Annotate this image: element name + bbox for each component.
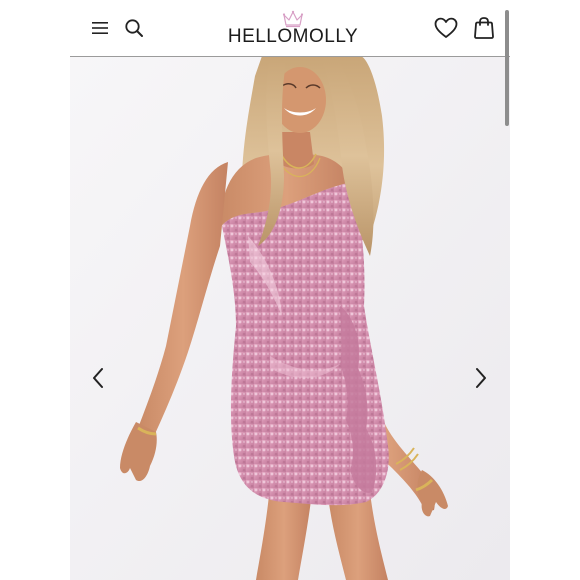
search-icon (125, 19, 143, 37)
wishlist-button[interactable] (432, 14, 460, 42)
search-button[interactable] (120, 14, 148, 42)
shopping-bag-icon (474, 17, 494, 39)
product-page: HELLOMOLLY (0, 0, 580, 580)
site-header: HELLOMOLLY (70, 0, 510, 57)
chevron-left-icon (93, 368, 103, 388)
scrollbar-thumb[interactable] (505, 10, 509, 126)
brand-logo[interactable]: HELLOMOLLY (218, 10, 368, 50)
product-image[interactable] (70, 56, 510, 580)
mobile-viewport: HELLOMOLLY (70, 0, 510, 580)
brand-name: HELLOMOLLY (227, 26, 359, 47)
chevron-right-icon (476, 368, 486, 388)
hamburger-menu-icon (92, 22, 108, 34)
next-image-button[interactable] (470, 363, 492, 393)
model-in-pink-sequin-dress-image (70, 56, 510, 580)
menu-button[interactable] (86, 14, 114, 42)
heart-icon (434, 17, 458, 38)
left-margin (0, 0, 70, 580)
shopping-bag-button[interactable] (470, 14, 498, 42)
right-margin (510, 0, 580, 580)
previous-image-button[interactable] (87, 363, 109, 393)
